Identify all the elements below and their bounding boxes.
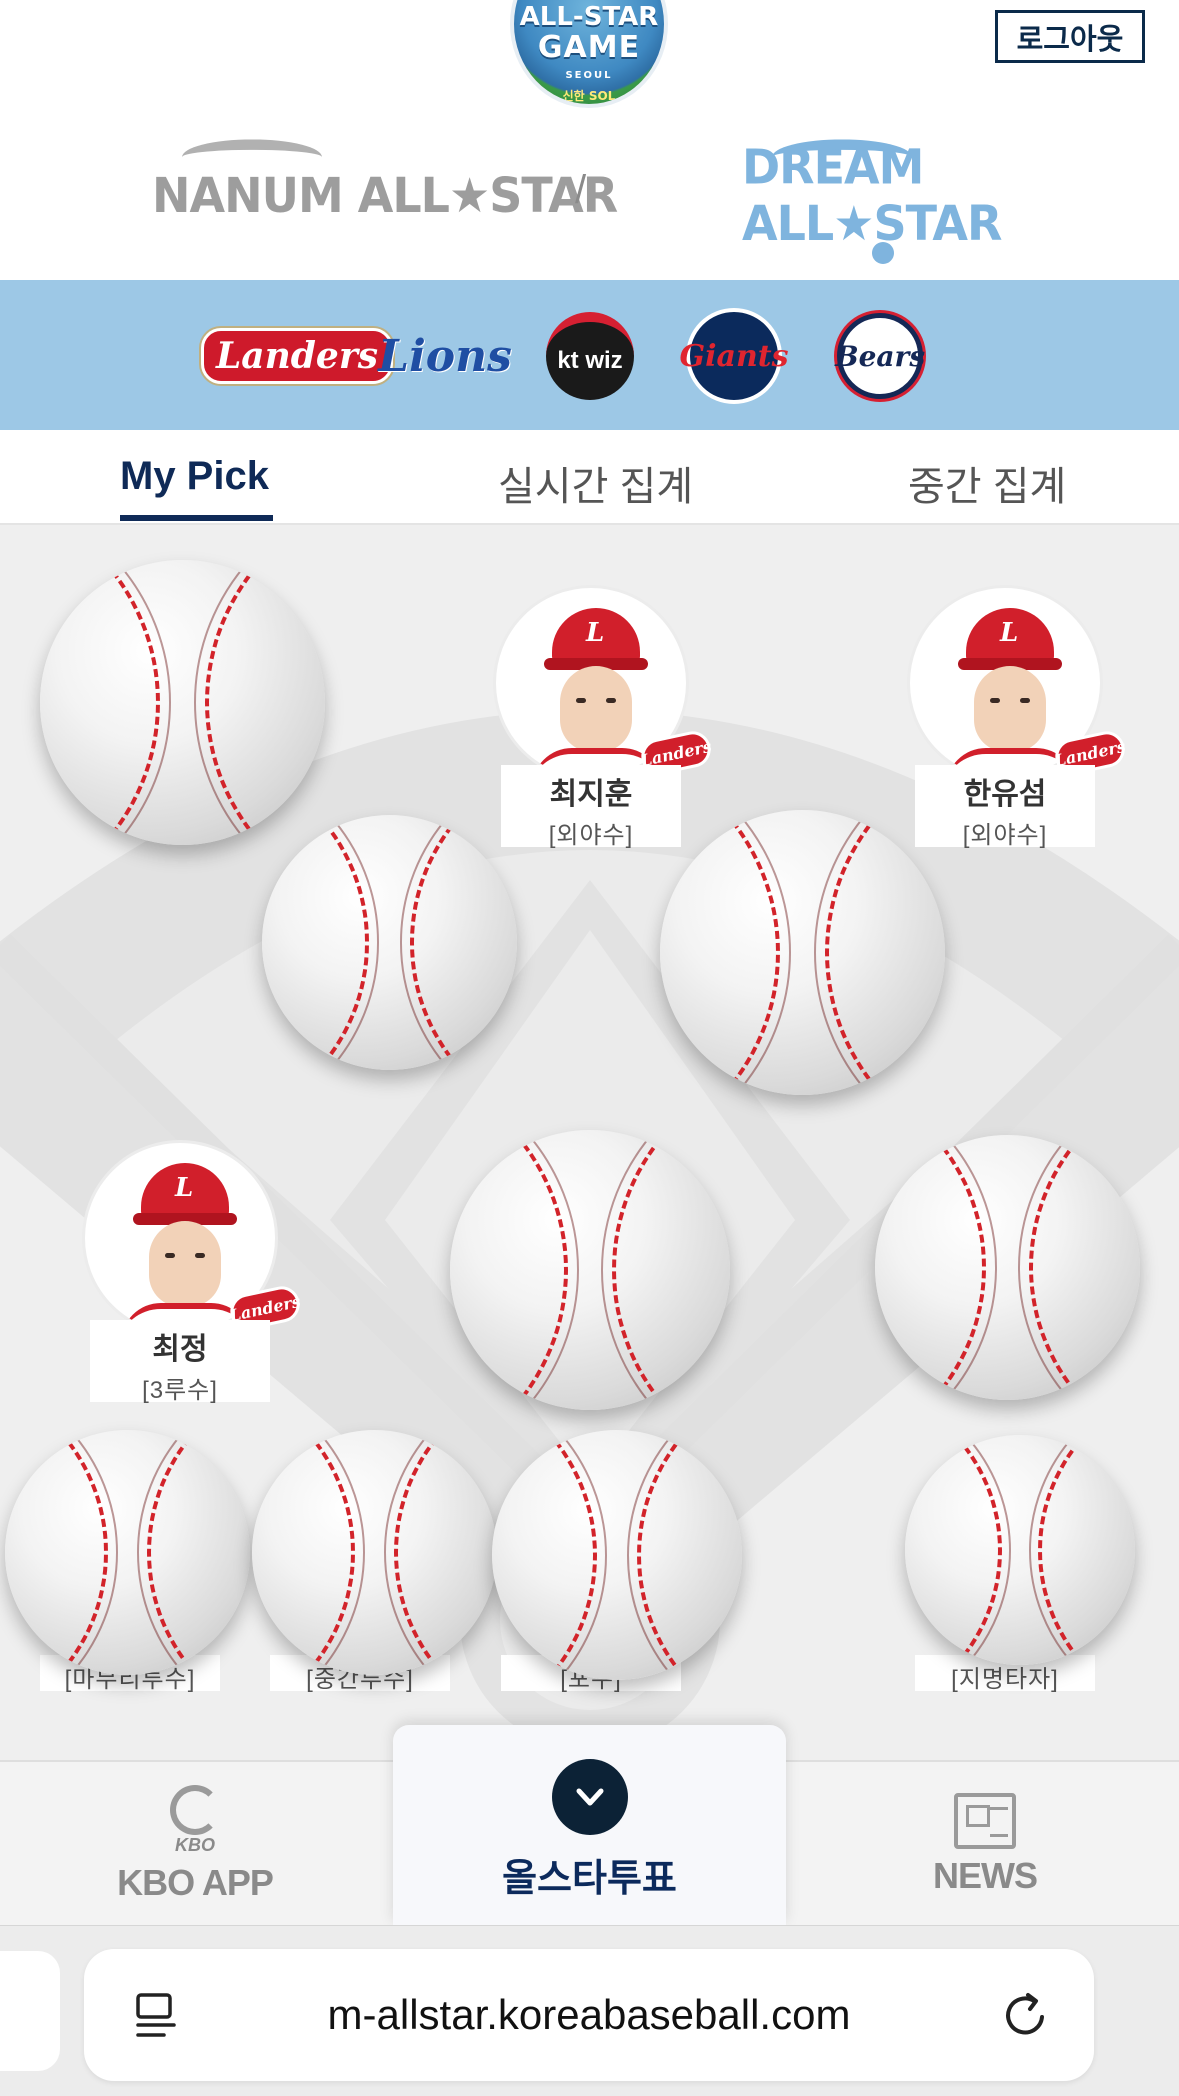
pick-slot-outfield-center[interactable]: Landers 최지훈 [외야수] xyxy=(493,585,714,849)
url-text: m-allstar.koreabaseball.com xyxy=(327,1991,851,2038)
tab-realtime-tally[interactable]: 실시간 집계 xyxy=(498,454,693,512)
pick-slot-outfield-right[interactable]: Landers 한유섬 [외야수] xyxy=(907,585,1128,849)
nav-kbo-app[interactable]: KBO KBO APP xyxy=(100,1762,290,1927)
swoosh-icon xyxy=(182,139,322,175)
baseball-icon[interactable] xyxy=(252,1430,497,1675)
tab-nanum-allstar[interactable]: NANUM ALL★STAR xyxy=(152,139,618,243)
team-logo-lions[interactable]: Lions xyxy=(378,310,512,402)
baseball-icon[interactable] xyxy=(875,1135,1140,1400)
baseball-icon[interactable] xyxy=(40,560,325,845)
baseball-icon[interactable] xyxy=(492,1430,742,1680)
player-name: 한유섬 xyxy=(963,778,1047,811)
header: ALL-STAR GAME SEOUL 신한 SOL 로그아웃 NANUM AL… xyxy=(0,0,1179,280)
subtab-underline xyxy=(120,515,273,521)
baseball-icon[interactable] xyxy=(660,810,945,1095)
player-position: [외야수] xyxy=(548,822,634,849)
tab-divider: / xyxy=(575,168,587,212)
baseball-icon[interactable] xyxy=(5,1430,250,1675)
subtabs: My Pick 실시간 집계 중간 집계 xyxy=(0,430,1179,525)
newspaper-icon xyxy=(954,1792,1016,1849)
team-logos-bar: Landers Lions kt wiz Giants Bears xyxy=(0,280,1179,430)
kbo-logo-text: KBO xyxy=(175,1835,215,1855)
team-logo-giants[interactable]: Giants xyxy=(673,308,795,404)
tab-my-pick[interactable]: My Pick xyxy=(120,454,269,499)
tab-dream-allstar[interactable]: DREAM ALL★STAR xyxy=(742,138,1179,251)
active-tab-indicator xyxy=(872,242,894,264)
player-name: 최정 xyxy=(152,1333,208,1366)
address-bar[interactable]: m-allstar.koreabaseball.com xyxy=(84,1949,1094,2081)
previous-tab-card[interactable] xyxy=(0,1951,60,2071)
team-logo-landers[interactable]: Landers xyxy=(200,310,394,402)
allstar-game-logo: ALL-STAR GAME SEOUL 신한 SOL xyxy=(510,0,668,108)
player-position: [3루수] xyxy=(142,1377,218,1404)
nav-news-label: NEWS xyxy=(933,1854,1038,1896)
browser-toolbar: m-allstar.koreabaseball.com xyxy=(0,1925,1179,2096)
nav-allstar-vote[interactable]: 올스타투표 xyxy=(393,1725,786,1925)
tab-interim-tally[interactable]: 중간 집계 xyxy=(908,454,1066,512)
player-card: 최정 [3루수] xyxy=(90,1320,270,1404)
pick-slot-third-base[interactable]: Landers 최정 [3루수] xyxy=(82,1140,303,1404)
nav-kbo-app-label: KBO APP xyxy=(117,1862,274,1903)
swoosh-icon xyxy=(772,139,912,175)
kbo-logo-icon xyxy=(170,1785,220,1835)
team-logo-bears[interactable]: Bears xyxy=(819,310,941,402)
team-logo-ktwiz[interactable]: kt wiz xyxy=(529,310,651,402)
reload-icon[interactable] xyxy=(998,1987,1054,2043)
player-card: 최지훈 [외야수] xyxy=(501,765,681,849)
player-name: 최지훈 xyxy=(549,778,633,811)
logout-button[interactable]: 로그아웃 xyxy=(995,10,1145,63)
chevron-down-icon[interactable] xyxy=(551,1759,628,1835)
baseball-icon[interactable] xyxy=(262,815,517,1070)
nav-allstar-vote-label: 올스타투표 xyxy=(502,1858,677,1900)
baseball-icon[interactable] xyxy=(905,1435,1135,1665)
tab-nanum-label: NANUM ALL★STAR xyxy=(152,166,618,224)
nav-news[interactable]: NEWS xyxy=(890,1762,1080,1927)
baseball-icon[interactable] xyxy=(450,1130,730,1410)
lineup-field: Landers 최지훈 [외야수] Landers 한유섬 [외야수] Land… xyxy=(0,525,1179,1760)
